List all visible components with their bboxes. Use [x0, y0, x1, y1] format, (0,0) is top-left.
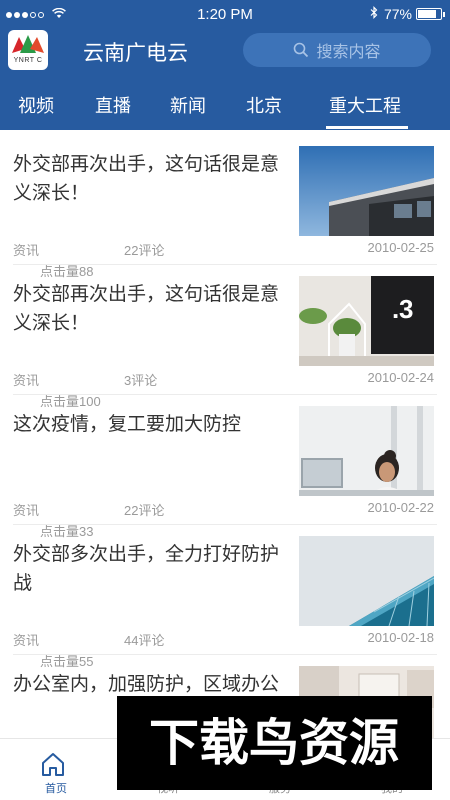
search-bar[interactable]: 搜索内容: [243, 33, 431, 67]
news-date: 2010-02-24: [367, 370, 435, 385]
tab-beijing[interactable]: 北京: [246, 92, 282, 118]
building-photo: [299, 146, 434, 236]
svg-text:3: 3: [399, 294, 413, 324]
search-placeholder: 搜索内容: [316, 44, 381, 61]
news-date: 2010-02-22: [367, 500, 435, 515]
news-item[interactable]: 外交部多次出手，全力打好防护战 资讯 44评论 2010-02-18 点击量55: [0, 520, 450, 669]
active-tab-indicator: [326, 126, 408, 129]
home-icon: [42, 753, 64, 776]
watermark-text: 下载鸟资源: [149, 714, 399, 772]
glass-building-photo: [299, 536, 434, 626]
category-tabs: 视频 直播 新闻 北京 重大工程: [0, 88, 450, 130]
news-date: 2010-02-18: [367, 630, 435, 645]
news-item[interactable]: 外交部再次出手，这句话很是意义深长！ 资讯 22评论 2010-02-25 点击…: [0, 130, 450, 279]
news-item[interactable]: 这次疫情，复工要加大防控 资讯 22评论 2010-02-22 点击量33: [0, 390, 450, 539]
tab-news[interactable]: 新闻: [170, 92, 206, 118]
news-title[interactable]: 外交部多次出手，全力打好防护战: [13, 540, 285, 598]
watermark-banner: 下载鸟资源: [117, 696, 432, 790]
news-comments: 22评论: [124, 503, 165, 518]
bluetooth-icon: [370, 6, 378, 22]
app-title: 云南广电云: [83, 42, 188, 65]
office-photo: [299, 406, 434, 496]
nav-home[interactable]: 首页: [0, 739, 112, 800]
tab-major-projects[interactable]: 重大工程: [329, 92, 401, 118]
news-item[interactable]: 外交部再次出手，这句话很是意义深长！ 3 . 资讯 3评论 2010-02-24…: [0, 260, 450, 409]
status-bar: 1:20 PM 77%: [0, 0, 450, 30]
news-title[interactable]: 外交部再次出手，这句话很是意义深长！: [13, 150, 285, 208]
news-date: 2010-02-25: [367, 240, 435, 255]
tab-live[interactable]: 直播: [95, 92, 131, 118]
search-icon: [294, 42, 309, 58]
svg-text:.: .: [392, 294, 399, 324]
news-comments: 3评论: [124, 373, 158, 388]
nav-label: 首页: [45, 783, 67, 795]
battery-icon: [416, 8, 445, 20]
news-category: 资讯: [13, 633, 40, 648]
news-comments: 44评论: [124, 633, 165, 648]
news-title[interactable]: 这次疫情，复工要加大防控: [13, 410, 285, 439]
app-logo: YNRT C: [8, 30, 48, 70]
news-title[interactable]: 外交部再次出手，这句话很是意义深长！: [13, 280, 285, 338]
news-category: 资讯: [13, 503, 40, 518]
battery-percent: 77%: [383, 6, 412, 22]
tab-video[interactable]: 视频: [18, 92, 54, 118]
app-header: 1:20 PM 77% YNRT C 云南广电云 搜索内容 视频 直播 新闻 北…: [0, 0, 450, 130]
news-category: 资讯: [13, 243, 40, 258]
desk-photo: 3 .: [299, 276, 434, 366]
news-category: 资讯: [13, 373, 40, 388]
news-title[interactable]: 办公室内，加强防护，区域办公: [13, 670, 285, 699]
news-comments: 22评论: [124, 243, 165, 258]
